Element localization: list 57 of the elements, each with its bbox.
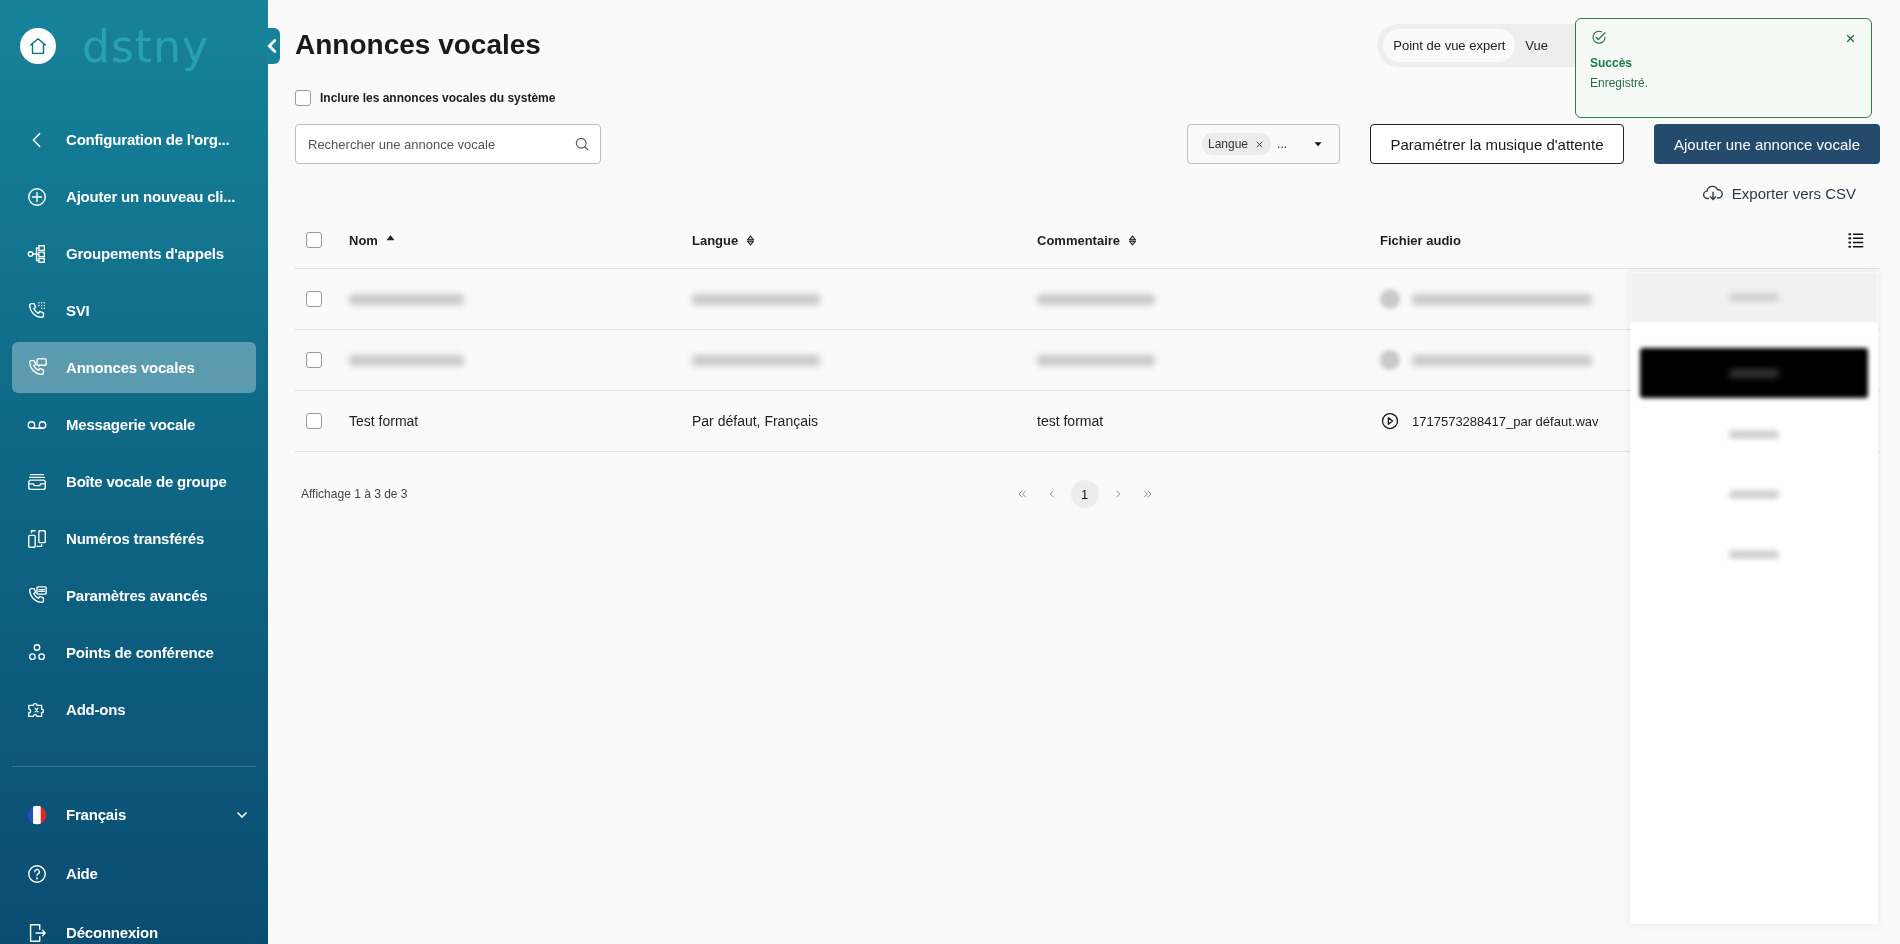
checkbox[interactable]	[306, 352, 322, 368]
sidebar-item[interactable]: Paramètres avancés	[12, 570, 256, 621]
sidebar-item[interactable]: Add-ons	[12, 684, 256, 735]
sidebar-item[interactable]: Boîte vocale de groupe	[12, 456, 256, 507]
table-cell-text: test format	[1037, 413, 1105, 429]
play-icon	[1380, 411, 1400, 431]
checkbox[interactable]	[306, 291, 322, 307]
view-tab[interactable]: Point de vue expert	[1383, 28, 1516, 62]
more-indicator: ...	[1277, 137, 1288, 151]
list-icon	[1846, 230, 1866, 250]
pagination-summary: Affichage 1 à 3 de 3	[301, 487, 408, 501]
search-field[interactable]: Rechercher une annonce vocale	[295, 124, 601, 164]
check-circle-icon	[1590, 29, 1608, 47]
collapse-button[interactable]	[266, 28, 280, 64]
sidebar-item[interactable]: SVI	[12, 285, 256, 336]
home-icon	[27, 35, 49, 57]
add-button[interactable]: Ajouter une annonce vocale	[1654, 124, 1880, 164]
column-header[interactable]: Langue	[692, 232, 739, 248]
toast-title: Succès	[1590, 56, 1634, 70]
table-cell-text: Test format	[349, 413, 420, 429]
search-icon	[573, 135, 591, 153]
help-icon	[26, 862, 48, 885]
sidebar-item[interactable]: Aide	[12, 848, 256, 899]
sidebar-item[interactable]: Groupements d'appels	[12, 228, 256, 279]
toast-message: Enregistré.	[1590, 76, 1650, 90]
back-link[interactable]: Configuration de l'org...	[12, 114, 256, 165]
column-settings-button[interactable]	[1846, 230, 1866, 250]
checkbox[interactable]	[295, 90, 311, 106]
column-header[interactable]: Nom	[349, 232, 378, 248]
sidebar-item[interactable]: Points de conférence	[12, 627, 256, 678]
page-title: Annonces vocales	[295, 29, 541, 61]
column-header[interactable]: Fichier audio	[1380, 232, 1461, 248]
checkbox-label: Inclure les annonces vocales du système	[320, 91, 556, 105]
sidebar-item[interactable]: Numéros transférés	[12, 513, 256, 564]
blurred-icon	[1380, 289, 1400, 309]
view-tab[interactable]: Vue	[1515, 28, 1558, 62]
plus-circle-icon	[26, 185, 48, 208]
checkbox[interactable]	[306, 413, 322, 429]
home-button[interactable]	[20, 28, 56, 64]
column-header[interactable]: Commentaire	[1037, 232, 1121, 248]
table-cell-text: Par défaut, Français	[692, 413, 820, 429]
sidebar-item[interactable]: Ajouter un nouveau cli...	[12, 171, 256, 222]
audio-file-name: 1717573288417_par défaut.wav	[1412, 413, 1599, 429]
play-button[interactable]	[1380, 411, 1400, 431]
hierarchy-icon	[26, 242, 48, 265]
blurred-icon	[1380, 350, 1400, 370]
settings-button[interactable]: Paramétrer la musique d'attente	[1370, 124, 1624, 164]
checkbox[interactable]	[306, 232, 322, 248]
chip-label: Langue	[1208, 137, 1249, 151]
phones-icon	[26, 527, 48, 550]
page-button[interactable]: 1	[1070, 480, 1099, 508]
sidebar-item[interactable]: Déconnexion	[12, 907, 256, 944]
language-filter[interactable]: Langue ...	[1187, 124, 1340, 164]
flag-icon	[26, 803, 48, 826]
export-link[interactable]: Exporter vers CSV	[1701, 182, 1856, 204]
sidebar-item[interactable]: Messagerie vocale	[12, 399, 256, 450]
language-selector[interactable]: Français	[12, 789, 256, 840]
